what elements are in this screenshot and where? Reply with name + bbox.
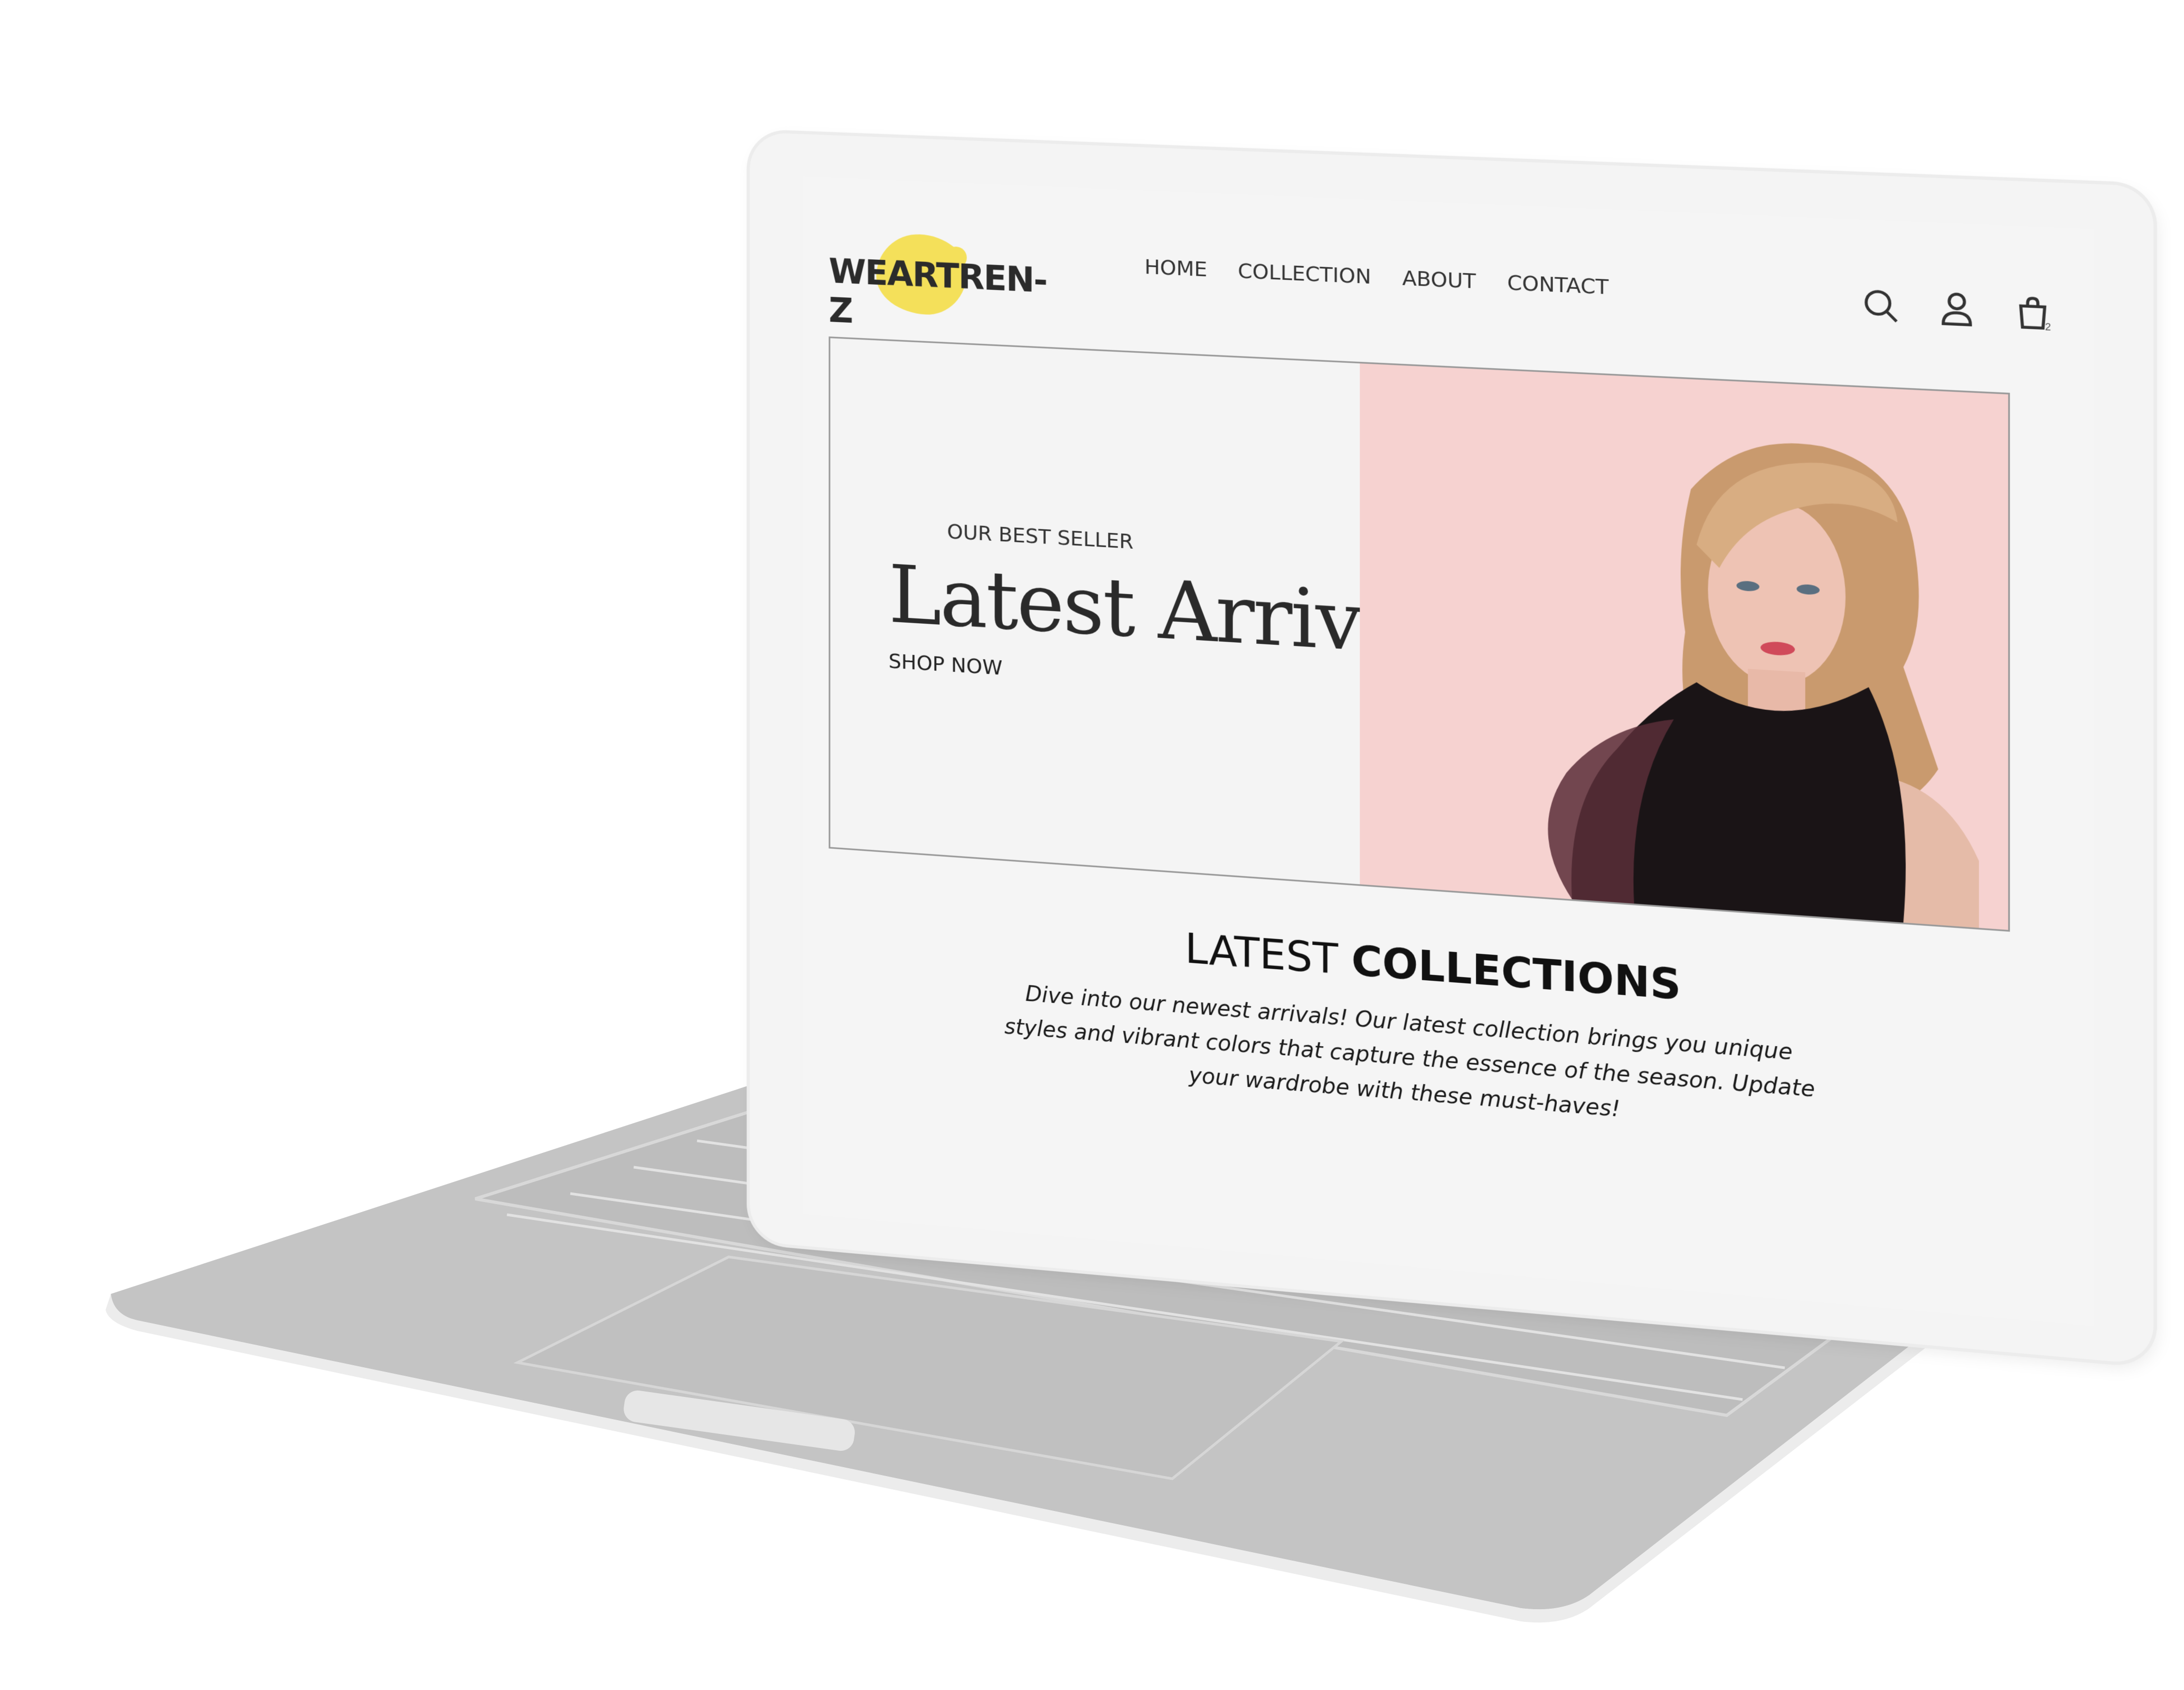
hero-eyebrow: OUR BEST SELLER xyxy=(947,520,1133,553)
laptop-lid: WEARTREN-Z HOME COLLECTION ABOUT CONTACT… xyxy=(750,132,2153,1365)
nav-collection[interactable]: COLLECTION xyxy=(1238,259,1371,288)
browser-viewport: WEARTREN-Z HOME COLLECTION ABOUT CONTACT… xyxy=(802,176,2094,1326)
shop-now-link[interactable]: SHOP NOW xyxy=(889,649,1003,680)
header-icons: 2 xyxy=(1861,286,2054,333)
logo-text: WEARTREN-Z xyxy=(829,252,1010,339)
cart-count-badge: 2 xyxy=(2045,321,2051,333)
latest-collections-title-bold: COLLECTIONS xyxy=(1351,936,1681,1009)
search-icon[interactable] xyxy=(1861,286,1902,326)
hero-image-panel xyxy=(1360,363,2008,930)
brand-logo[interactable]: WEARTREN-Z xyxy=(829,230,1010,318)
hero-banner: OUR BEST SELLER Latest Arrivals SHOP NOW xyxy=(829,336,2010,932)
main-nav: HOME COLLECTION ABOUT CONTACT xyxy=(1144,255,1608,299)
cart-icon[interactable]: 2 xyxy=(2012,293,2054,333)
nav-contact[interactable]: CONTACT xyxy=(1507,270,1608,299)
nav-about[interactable]: ABOUT xyxy=(1402,266,1476,293)
model-portrait-image xyxy=(1504,414,1997,929)
user-icon[interactable] xyxy=(1936,289,1977,330)
hero-text-panel: OUR BEST SELLER Latest Arrivals SHOP NOW xyxy=(830,338,1360,884)
nav-home[interactable]: HOME xyxy=(1144,255,1207,281)
latest-collections-title-light: LATEST xyxy=(1185,924,1338,983)
